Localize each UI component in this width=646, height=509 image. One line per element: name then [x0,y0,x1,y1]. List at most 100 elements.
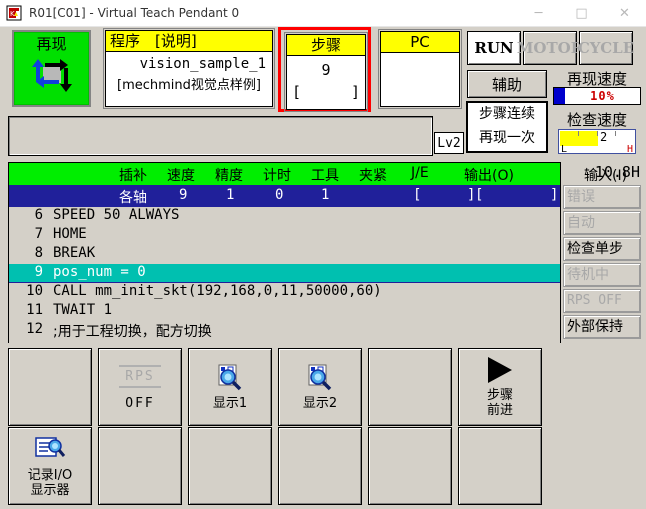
code-line[interactable]: 10 CALL mm_init_skt(192,168,0,11,50000,6… [9,283,560,302]
bottom-column-3: 显示1 [188,348,272,505]
auxiliary-button[interactable]: 辅助 [467,70,547,98]
playback-speed-value: 10% [590,89,615,103]
program-comment: [mechmind视觉点样例] [117,78,261,93]
bottom-button-display-2[interactable]: 显示2 [278,348,362,426]
run-indicator[interactable]: RUN [467,31,521,65]
document-search-icon [34,435,66,465]
motor-indicator[interactable]: MOTOR [517,31,583,65]
col-timer: 计时 [263,168,291,184]
bottom-button-2-bottom[interactable] [98,427,182,505]
code-line-text: ;用于工程切换，配方切换 [53,324,212,340]
check-speed-high-label: H [626,144,633,154]
table-column-header: 插补 速度 精度 计时 工具 夹紧 J/E 输出(O) 输入(I) [9,163,627,185]
play-triangle-icon [488,356,512,383]
bottom-button-step-forward[interactable]: 步骤 前进 [458,348,542,426]
bottom-button-display-1[interactable]: 显示1 [188,348,272,426]
step-panel[interactable]: 步骤 9 [ ] [284,32,368,112]
bottom-button-label-line2: 显示器 [30,482,70,498]
row-timer: 0 [275,187,284,203]
bottom-button-off-label: OFF [125,396,155,411]
pc-panel-title: PC [381,32,459,53]
program-name: vision_sample_1 [139,56,266,72]
col-speed: 速度 [167,168,195,184]
check-speed-bar[interactable]: 2 L H [558,129,636,154]
check-speed-value: 2 [600,130,608,144]
bottom-button-record-io-monitor[interactable]: 记录I/O 显示器 [8,427,92,505]
bottom-button-4-bottom[interactable] [278,427,362,505]
col-output: 输出(O) [464,168,514,184]
svg-text:K: K [10,10,15,18]
row-input-bracket-left: [ [475,187,484,203]
code-line-text: SPEED 50 ALWAYS [53,207,180,223]
code-line[interactable]: 11 TWAIT 1 [9,302,560,321]
bottom-button-label-line1: 记录I/O [27,467,73,483]
bottom-button-3-bottom[interactable] [188,427,272,505]
bottom-column-6: 步骤 前进 [458,348,542,505]
col-interpolation: 插补 [119,168,147,184]
code-line-list: 6 SPEED 50 ALWAYS 7 HOME 8 BREAK 9 pos_n… [9,207,560,343]
code-line-text: BREAK [53,245,96,261]
step-panel-title: 步骤 [287,35,365,56]
code-line-number: 11 [26,302,43,318]
step-bracket-left: [ [292,83,302,101]
program-table: 插补 速度 精度 计时 工具 夹紧 J/E 输出(O) 输入(I) 各轴 9 1… [8,162,627,343]
bottom-column-5 [368,348,452,505]
bottom-button-5-top[interactable] [368,348,452,426]
playback-speed-bar[interactable]: 10% [553,87,641,105]
rps-strikethrough-icon-2 [119,386,161,388]
code-line-text: pos_num = 0 [53,264,146,280]
code-line-number: 10 [26,283,43,299]
step-value: 9 [321,61,331,79]
level-badge[interactable]: Lv2 [434,132,464,154]
bottom-button-forward-label: 前进 [486,402,513,418]
status-standby: 待机中 [563,263,641,287]
document-search-icon [304,363,336,393]
app-icon: K [6,5,22,21]
check-speed-low-label: L [561,144,568,154]
code-line-number: 12 [26,321,43,337]
table-row[interactable]: 各轴 9 1 0 1 [] [] [9,185,560,207]
status-external-hold: 外部保持 [563,315,641,339]
col-tool: 工具 [311,168,339,184]
document-search-icon [214,363,246,393]
code-line-number: 9 [34,264,43,280]
code-line-number: 6 [34,207,43,223]
cycle-arrows-icon [29,56,75,96]
bottom-button-display-1-label: 显示1 [212,396,248,411]
row-input-bracket-right: ] [550,187,559,203]
bottom-button-rps-off[interactable]: RPS OFF [98,348,182,426]
bottom-button-display-2-label: 显示2 [302,396,338,411]
bottom-button-5-bottom[interactable] [368,427,452,505]
row-accuracy: 1 [226,187,235,203]
window-title: R01[C01] - Virtual Teach Pendant 0 [29,6,240,20]
code-line-number: 7 [34,226,43,242]
code-line[interactable]: 6 SPEED 50 ALWAYS [9,207,560,226]
pc-panel[interactable]: PC [378,29,462,109]
code-line[interactable]: 8 BREAK [9,245,560,264]
program-info-panel[interactable]: 程序 [说明] vision_sample_1 [mechmind视觉点样例] [103,28,275,109]
bottom-button-rps-label: RPS [125,369,155,384]
bottom-button-6-bottom[interactable] [458,427,542,505]
row-speed: 9 [179,187,188,203]
playback-mode-button[interactable]: 再现 [12,30,91,107]
close-button[interactable]: ✕ [603,0,646,27]
step-brackets: [ ] [287,83,365,101]
maximize-button[interactable]: □ [560,0,603,27]
status-check-single-step: 检查单步 [563,237,641,261]
cycle-indicator[interactable]: CYCLE [578,31,634,65]
code-line[interactable]: 12 ;用于工程切换，配方切换 [9,321,560,340]
message-area [8,116,433,156]
col-je: J/E [411,165,429,181]
code-line-selected[interactable]: 9 pos_num = 0 [9,264,560,283]
row-axis: 各轴 [119,190,147,206]
top-panel: 再现 程序 [说明] vision_sample_1 [mechmind视觉点样… [0,27,646,181]
code-line[interactable]: 7 HOME [9,226,560,245]
bottom-button-1-top[interactable] [8,348,92,426]
minimize-button[interactable]: ─ [517,0,560,27]
check-speed-label: 检查速度 [566,111,627,129]
col-accuracy: 精度 [215,168,243,184]
bottom-column-2: RPS OFF [98,348,182,505]
bottom-column-1: 记录I/O 显示器 [8,348,92,505]
run-mode-box[interactable]: 步骤连续 再现一次 [466,101,548,153]
window-controls: ─ □ ✕ [517,0,646,27]
